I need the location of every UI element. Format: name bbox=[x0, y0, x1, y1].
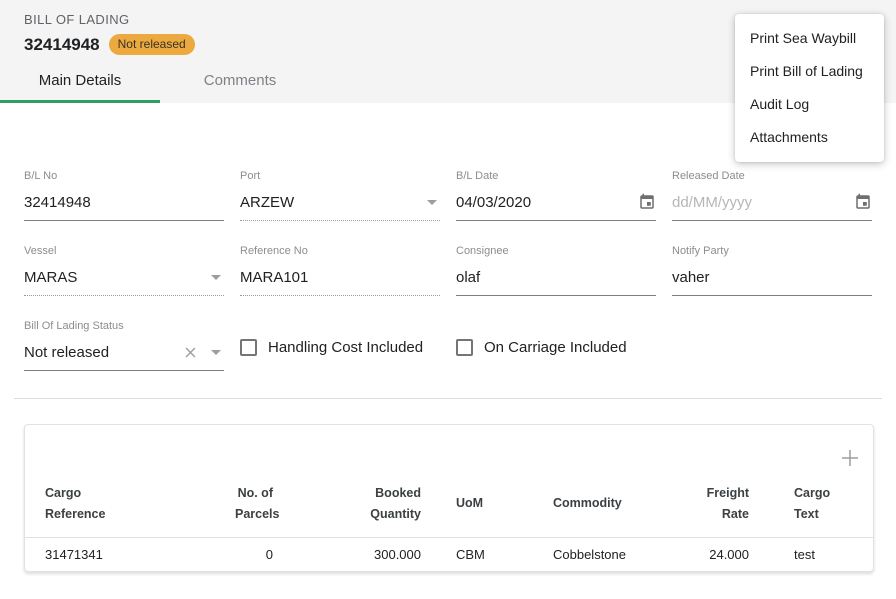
bl-status-select[interactable]: Not released bbox=[24, 344, 182, 361]
chevron-down-icon[interactable] bbox=[211, 275, 221, 280]
field-bl-no[interactable]: B/L No 32414948 bbox=[24, 170, 224, 221]
bl-date-input[interactable]: 04/03/2020 bbox=[456, 194, 638, 211]
tab-bar: Main Details Comments bbox=[0, 72, 320, 103]
checkbox-label: On Carriage Included bbox=[484, 339, 627, 356]
notify-party-input[interactable]: vaher bbox=[672, 269, 872, 286]
calendar-icon[interactable] bbox=[854, 193, 872, 211]
col-uom: UoM bbox=[428, 471, 528, 537]
checkbox-box[interactable] bbox=[240, 339, 257, 356]
bl-status-label: Bill Of Lading Status bbox=[24, 320, 224, 333]
cargo-table-header-row: CargoReference No. ofParcels BookedQuant… bbox=[25, 471, 873, 537]
field-vessel[interactable]: Vessel MARAS bbox=[24, 245, 224, 296]
empty-cell bbox=[672, 320, 872, 371]
cargo-table-row[interactable]: 31471341 0 300.000 CBM Cobbelstone 24.00… bbox=[25, 537, 873, 571]
status-badge: Not released bbox=[109, 34, 195, 55]
cell-freight-rate[interactable]: 24.000 bbox=[698, 537, 756, 571]
cell-no-of-parcels[interactable]: 0 bbox=[235, 537, 280, 571]
notify-party-label: Notify Party bbox=[672, 245, 872, 258]
cargo-table: CargoReference No. ofParcels BookedQuant… bbox=[25, 471, 873, 571]
released-date-input[interactable]: dd/MM/yyyy bbox=[672, 194, 854, 211]
clear-icon[interactable] bbox=[182, 344, 199, 361]
reference-no-input[interactable]: MARA101 bbox=[240, 269, 440, 286]
cell-commodity[interactable]: Cobbelstone bbox=[528, 537, 698, 571]
menu-item-print-sea-waybill[interactable]: Print Sea Waybill bbox=[735, 22, 884, 55]
col-booked-quantity: BookedQuantity bbox=[280, 471, 428, 537]
section-divider bbox=[14, 398, 882, 399]
col-cargo-text: CargoText bbox=[756, 471, 873, 537]
vessel-select[interactable]: MARAS bbox=[24, 269, 211, 286]
handling-cost-checkbox[interactable]: Handling Cost Included bbox=[240, 324, 440, 371]
document-number: 32414948 bbox=[24, 35, 100, 55]
cell-cargo-reference[interactable]: 31471341 bbox=[25, 537, 235, 571]
cargo-card: CargoReference No. ofParcels BookedQuant… bbox=[24, 424, 874, 572]
consignee-input[interactable]: olaf bbox=[456, 269, 656, 286]
field-bl-status[interactable]: Bill Of Lading Status Not released bbox=[24, 320, 224, 371]
menu-item-attachments[interactable]: Attachments bbox=[735, 121, 884, 154]
vessel-label: Vessel bbox=[24, 245, 224, 258]
chevron-down-icon[interactable] bbox=[211, 350, 221, 355]
col-cargo-reference: CargoReference bbox=[25, 471, 235, 537]
col-freight-rate: FreightRate bbox=[698, 471, 756, 537]
port-select[interactable]: ARZEW bbox=[240, 194, 427, 211]
cell-cargo-text[interactable]: test bbox=[756, 537, 873, 571]
add-cargo-button[interactable] bbox=[839, 447, 861, 469]
on-carriage-checkbox[interactable]: On Carriage Included bbox=[456, 324, 656, 371]
field-bl-date[interactable]: B/L Date 04/03/2020 bbox=[456, 170, 656, 221]
chevron-down-icon[interactable] bbox=[427, 200, 437, 205]
main-details-form: B/L No 32414948 Port ARZEW B/L Date 04/0… bbox=[24, 170, 874, 371]
cell-uom[interactable]: CBM bbox=[428, 537, 528, 571]
actions-dropdown-menu: Print Sea Waybill Print Bill of Lading A… bbox=[735, 14, 884, 162]
bl-date-label: B/L Date bbox=[456, 170, 656, 183]
col-no-of-parcels: No. ofParcels bbox=[235, 471, 280, 537]
field-reference-no[interactable]: Reference No MARA101 bbox=[240, 245, 440, 296]
consignee-label: Consignee bbox=[456, 245, 656, 258]
menu-item-print-bill-of-lading[interactable]: Print Bill of Lading bbox=[735, 55, 884, 88]
bl-no-label: B/L No bbox=[24, 170, 224, 183]
cell-booked-quantity[interactable]: 300.000 bbox=[280, 537, 428, 571]
field-port[interactable]: Port ARZEW bbox=[240, 170, 440, 221]
field-notify-party[interactable]: Notify Party vaher bbox=[672, 245, 872, 296]
port-label: Port bbox=[240, 170, 440, 183]
calendar-icon[interactable] bbox=[638, 193, 656, 211]
checkbox-box[interactable] bbox=[456, 339, 473, 356]
reference-no-label: Reference No bbox=[240, 245, 440, 258]
checkbox-label: Handling Cost Included bbox=[268, 339, 423, 356]
bl-no-input[interactable]: 32414948 bbox=[24, 194, 224, 211]
bill-of-lading-page: BILL OF LADING 32414948 Not released Mai… bbox=[0, 0, 896, 599]
released-date-label: Released Date bbox=[672, 170, 872, 183]
menu-item-audit-log[interactable]: Audit Log bbox=[735, 88, 884, 121]
tab-main-details[interactable]: Main Details bbox=[0, 72, 160, 103]
tab-comments[interactable]: Comments bbox=[160, 72, 320, 103]
col-commodity: Commodity bbox=[528, 471, 698, 537]
field-released-date[interactable]: Released Date dd/MM/yyyy bbox=[672, 170, 872, 221]
field-consignee[interactable]: Consignee olaf bbox=[456, 245, 656, 296]
